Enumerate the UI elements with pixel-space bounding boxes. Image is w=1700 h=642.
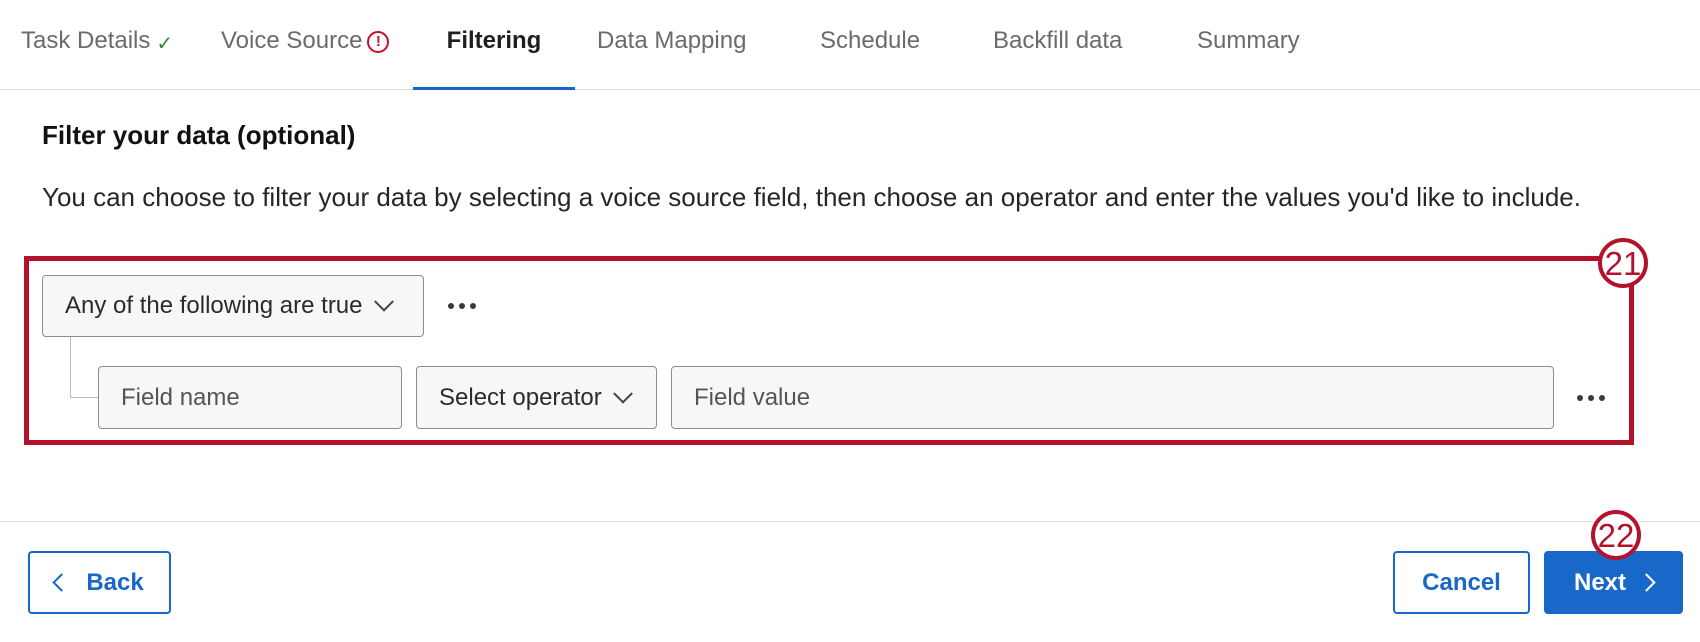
back-button[interactable]: Back bbox=[28, 551, 171, 614]
field-value-placeholder: Field value bbox=[694, 383, 811, 411]
tab-label: Schedule bbox=[820, 27, 921, 54]
filter-description: You can choose to filter your data by se… bbox=[42, 182, 1581, 212]
cancel-label: Cancel bbox=[1422, 568, 1501, 596]
cancel-button[interactable]: Cancel bbox=[1393, 551, 1530, 614]
more-options-icon[interactable] bbox=[448, 296, 476, 316]
tab-schedule[interactable]: Schedule bbox=[820, 0, 920, 90]
row-more-options-icon[interactable] bbox=[1577, 388, 1605, 408]
chevron-left-icon bbox=[52, 573, 72, 592]
tab-backfill-data[interactable]: Backfill data bbox=[993, 0, 1122, 90]
chevron-down-icon bbox=[373, 291, 394, 312]
operator-value: Select operator bbox=[439, 383, 602, 411]
chevron-right-icon bbox=[1637, 573, 1656, 592]
footer-divider bbox=[0, 521, 1700, 522]
chevron-down-icon bbox=[612, 383, 633, 404]
field-name-placeholder: Field name bbox=[121, 383, 240, 411]
next-button[interactable]: Next bbox=[1544, 551, 1683, 614]
annotation-badge-22: 22 bbox=[1591, 510, 1641, 560]
tab-label: Filtering bbox=[446, 27, 542, 54]
condition-logic-select[interactable]: Any of the following are true bbox=[42, 275, 424, 337]
annotation-badge-21: 21 bbox=[1598, 238, 1648, 288]
tab-data-mapping[interactable]: Data Mapping bbox=[597, 0, 746, 90]
tab-label: Voice Source bbox=[221, 27, 363, 54]
field-name-select[interactable]: Field name bbox=[98, 366, 402, 429]
tree-connector bbox=[70, 337, 99, 398]
tab-task-details[interactable]: Task Details ✓ bbox=[21, 0, 173, 90]
wizard-tabs: Task Details ✓ Voice Source ! Filtering … bbox=[0, 0, 1700, 90]
tab-voice-source[interactable]: Voice Source ! bbox=[221, 0, 390, 90]
error-icon: ! bbox=[367, 31, 390, 53]
tab-summary[interactable]: Summary bbox=[1197, 0, 1300, 90]
tab-label: Summary bbox=[1197, 27, 1300, 54]
checkmark-icon: ✓ bbox=[156, 33, 174, 55]
field-value-input[interactable]: Field value bbox=[671, 366, 1554, 429]
condition-logic-value: Any of the following are true bbox=[65, 292, 363, 319]
back-label: Back bbox=[86, 568, 144, 596]
tab-label: Task Details bbox=[21, 27, 151, 54]
tab-label: Backfill data bbox=[993, 27, 1123, 54]
page-title: Filter your data (optional) bbox=[42, 120, 356, 150]
operator-select[interactable]: Select operator bbox=[416, 366, 657, 429]
tab-label: Data Mapping bbox=[597, 27, 747, 54]
next-label: Next bbox=[1573, 568, 1627, 596]
tab-filtering[interactable]: Filtering bbox=[413, 0, 575, 90]
